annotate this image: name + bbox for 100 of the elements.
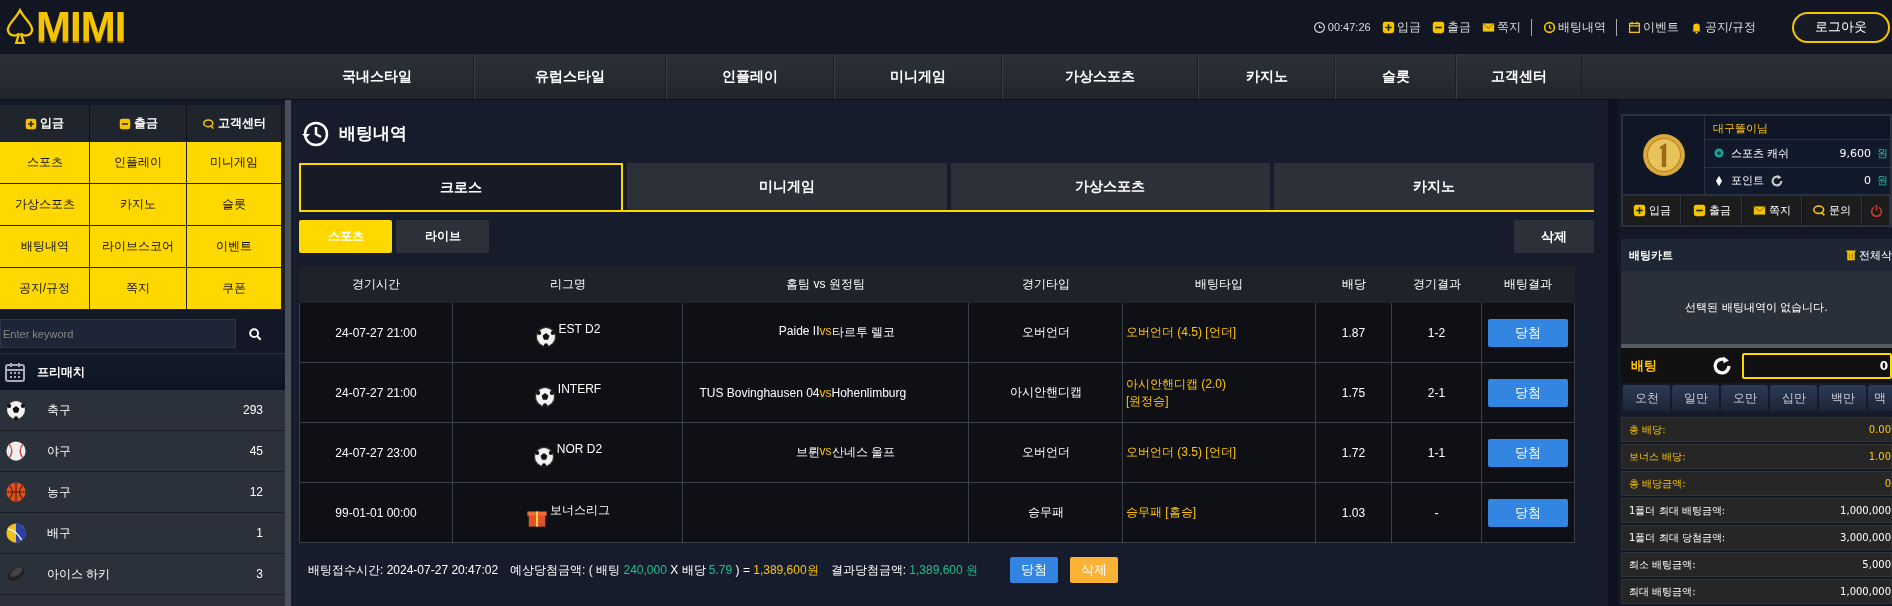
refresh-button[interactable] <box>1711 354 1733 377</box>
menu-item[interactable]: 가상스포츠 <box>0 184 90 226</box>
clear-all-link[interactable]: 전체삭 <box>1845 247 1892 263</box>
amount-chip[interactable]: 맥 <box>1868 385 1892 411</box>
stat-value: 5,000 <box>1862 559 1891 570</box>
stat-label: 보너스 배당: <box>1629 449 1686 464</box>
column-header: 배당 <box>1315 266 1392 303</box>
column-header: 리그명 <box>452 266 683 303</box>
table-cell: 오버언더 <box>968 302 1123 363</box>
result-button[interactable]: 당첨 <box>1488 378 1568 407</box>
table-cell: 1-1 <box>1391 422 1482 483</box>
menu-item[interactable]: 쪽지 <box>90 268 187 310</box>
league-name: 보너스리그 <box>549 501 610 519</box>
nav-item[interactable]: 국내스타일 <box>281 54 474 99</box>
tab[interactable]: 크로스 <box>299 163 623 210</box>
filter-tab[interactable]: 라이브 <box>396 220 489 253</box>
table-cell: 1.75 <box>1315 362 1392 423</box>
logout-button[interactable]: 로그아웃 <box>1792 11 1890 43</box>
amount-chip[interactable]: 오천 <box>1623 385 1670 411</box>
nav-item[interactable]: 카지노 <box>1198 54 1335 99</box>
logo-text[interactable]: MIMI <box>36 3 126 51</box>
quick-link[interactable]: 입금 <box>0 105 90 142</box>
menu-item[interactable]: 카지노 <box>90 184 187 226</box>
menu-item[interactable]: 쿠폰 <box>187 268 282 310</box>
tab[interactable]: 카지노 <box>1274 163 1594 210</box>
nav-item[interactable]: 슬롯 <box>1335 54 1456 99</box>
result-button[interactable]: 당첨 <box>1488 318 1568 347</box>
header-link[interactable]: 이벤트 <box>1627 18 1679 36</box>
nav-item[interactable]: 유럽스타일 <box>474 54 666 99</box>
sport-count: 3 <box>256 567 263 581</box>
quick-link[interactable]: 고객센터 <box>187 105 282 142</box>
amount-chip[interactable]: 일만 <box>1672 385 1719 411</box>
amount-chip[interactable]: 백만 <box>1819 385 1866 411</box>
table-cell: - <box>1391 482 1482 543</box>
nav-item[interactable]: 가상스포츠 <box>1002 54 1198 99</box>
amount-field[interactable]: 0 <box>1742 352 1892 379</box>
menu-item[interactable]: 이벤트 <box>187 226 282 268</box>
soccer-ball-icon <box>533 385 556 408</box>
plus-icon <box>25 117 37 130</box>
calendar-icon <box>5 362 25 382</box>
account-button[interactable]: 입금 <box>1623 196 1682 225</box>
menu-item[interactable]: 라이브스코어 <box>90 226 187 268</box>
header-link[interactable]: 출금 <box>1431 18 1471 36</box>
sport-item[interactable]: 농구 12 <box>0 472 285 513</box>
search-button[interactable] <box>248 326 262 341</box>
betslip-title: 배팅카트 <box>1629 247 1673 263</box>
tab[interactable]: 미니게임 <box>626 163 947 210</box>
sport-name: 축구 <box>47 401 71 419</box>
result-button[interactable]: 당첨 <box>1488 498 1568 527</box>
account-button[interactable]: 출금 <box>1683 196 1742 225</box>
menu-item[interactable]: 인플레이 <box>90 142 187 184</box>
result-winnings: 결과당첨금액: 1,389,600 원 <box>830 561 978 579</box>
stat-label: 최대 배팅금액: <box>1629 584 1696 599</box>
menu-item[interactable]: 스포츠 <box>0 142 90 184</box>
nav-item[interactable]: 미니게임 <box>834 54 1002 99</box>
header-link[interactable]: 쪽지 <box>1481 18 1532 36</box>
balance-label: 포인트 <box>1731 173 1764 189</box>
stat-value: 1,000,000 <box>1840 505 1891 516</box>
menu-item[interactable]: 미니게임 <box>187 142 282 184</box>
account-button[interactable]: 쪽지 <box>1743 196 1802 225</box>
sport-item[interactable]: 배구 1 <box>0 513 285 554</box>
stat-label: 총 배당: <box>1629 422 1666 437</box>
menu-item[interactable]: 공지/규정 <box>0 268 90 310</box>
match-teams: Paide IIvs타르투 렐코 <box>777 324 896 341</box>
quick-link[interactable]: 출금 <box>90 105 187 142</box>
refresh-icon[interactable] <box>1770 173 1784 188</box>
table-cell: 24-07-27 21:00 <box>299 302 453 363</box>
sport-item[interactable]: 야구 45 <box>0 431 285 472</box>
search-icon <box>248 326 262 341</box>
sport-count: 1 <box>256 526 263 540</box>
win-button[interactable]: 당첨 <box>1010 557 1058 583</box>
account-button[interactable]: 문의 <box>1803 196 1862 225</box>
volleyball-icon <box>5 522 27 544</box>
clock-icon <box>1312 20 1326 34</box>
stat-label: 최소 배팅금액: <box>1629 557 1696 572</box>
chat-icon <box>1813 204 1827 217</box>
header-link[interactable]: 배팅내역 <box>1542 18 1617 36</box>
baseball-icon <box>5 440 27 462</box>
tab[interactable]: 가상스포츠 <box>950 163 1271 210</box>
amount-chip[interactable]: 십만 <box>1770 385 1817 411</box>
amount-chip[interactable]: 오만 <box>1721 385 1768 411</box>
spade-icon <box>6 8 34 46</box>
scrollbar[interactable] <box>285 100 291 606</box>
result-button[interactable]: 당첨 <box>1488 438 1568 467</box>
delete-button[interactable]: 삭제 <box>1514 220 1594 253</box>
table-cell: 24-07-27 23:00 <box>299 422 453 483</box>
nav-item[interactable]: 인플레이 <box>666 54 834 99</box>
nav-item[interactable]: 고객센터 <box>1456 54 1582 99</box>
column-header: 배팅타입 <box>1122 266 1316 303</box>
table-cell: 1.03 <box>1315 482 1392 543</box>
menu-item[interactable]: 배팅내역 <box>0 226 90 268</box>
ball-icon <box>1713 147 1725 160</box>
power-button[interactable] <box>1864 196 1890 225</box>
stat-value: 1,000,000 <box>1840 586 1891 597</box>
sport-item[interactable]: 축구 293 <box>0 390 285 431</box>
sport-item[interactable]: 아이스 하키 3 <box>0 554 285 595</box>
search-field[interactable]: Enter keyword <box>0 319 236 348</box>
header-link[interactable]: 공지/규정 <box>1689 18 1756 36</box>
menu-item[interactable]: 슬롯 <box>187 184 282 226</box>
header-link[interactable]: 입금 <box>1381 18 1421 36</box>
